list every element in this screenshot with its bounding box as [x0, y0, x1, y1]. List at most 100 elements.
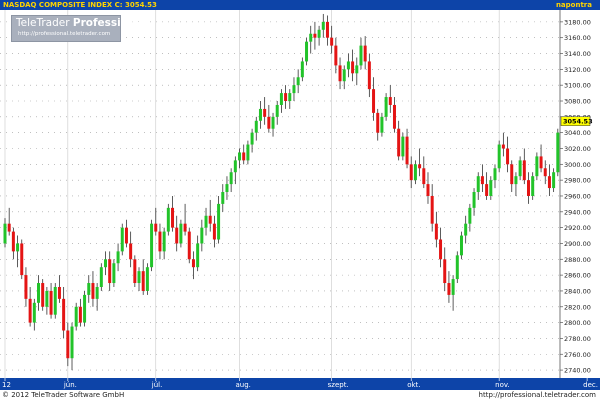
candle-body-up[interactable] [37, 283, 41, 303]
candlestick-chart[interactable]: 2740.00 2760.00 2780.00 2800.00 2820.00 2840.… [0, 0, 600, 390]
candle-body-up[interactable] [317, 29, 321, 38]
candle-body-down[interactable] [158, 231, 162, 252]
candle-body-down[interactable] [187, 231, 191, 260]
candle-body-down[interactable] [49, 290, 53, 315]
candle-body-up[interactable] [32, 302, 36, 323]
candle-body-up[interactable] [355, 65, 359, 74]
candle-body-down[interactable] [539, 156, 543, 169]
candle-body-down[interactable] [409, 164, 413, 181]
candle-body-down[interactable] [313, 33, 317, 38]
candle-body-down[interactable] [447, 283, 451, 295]
candle-body-up[interactable] [497, 144, 501, 169]
candle-body-down[interactable] [363, 45, 367, 62]
candle-body-up[interactable] [472, 192, 476, 208]
candle-body-up[interactable] [292, 85, 296, 94]
candle-body-up[interactable] [179, 223, 183, 244]
candle-body-up[interactable] [145, 267, 149, 291]
candle-body-up[interactable] [74, 306, 78, 327]
candle-body-up[interactable] [531, 176, 535, 196]
candle-body-up[interactable] [3, 223, 7, 244]
candle-body-up[interactable] [305, 41, 309, 62]
candle-body-down[interactable] [439, 239, 443, 260]
candle-body-down[interactable] [191, 259, 195, 268]
candle-body-down[interactable] [242, 152, 246, 161]
candle-body-down[interactable] [20, 243, 24, 276]
candle-body-down[interactable] [434, 223, 438, 240]
candle-body-down[interactable] [418, 164, 422, 169]
candle-body-up[interactable] [464, 223, 468, 236]
candle-body-up[interactable] [300, 61, 304, 78]
candle-body-up[interactable] [16, 243, 20, 252]
candle-body-up[interactable] [455, 255, 459, 280]
candle-body-up[interactable] [162, 231, 166, 252]
candle-body-up[interactable] [217, 203, 221, 240]
candle-body-up[interactable] [137, 271, 141, 284]
candle-body-up[interactable] [493, 168, 497, 181]
candle-body-up[interactable] [104, 259, 108, 268]
candle-body-up[interactable] [254, 120, 258, 133]
candle-body-down[interactable] [397, 128, 401, 157]
candle-body-up[interactable] [489, 180, 493, 196]
candle-body-down[interactable] [501, 144, 505, 149]
candle-body-up[interactable] [225, 184, 229, 193]
candle-body-down[interactable] [124, 227, 128, 244]
candle-body-up[interactable] [166, 207, 170, 232]
candle-body-down[interactable] [480, 176, 484, 185]
candle-body-down[interactable] [154, 223, 158, 232]
candle-body-down[interactable] [171, 207, 175, 228]
candle-body-up[interactable] [514, 176, 518, 185]
candle-body-down[interactable] [367, 61, 371, 90]
candle-body-up[interactable] [233, 160, 237, 173]
candle-body-up[interactable] [200, 227, 204, 244]
candle-body-down[interactable] [485, 184, 489, 196]
candle-body-down[interactable] [62, 298, 66, 331]
candle-body-up[interactable] [95, 286, 99, 299]
candle-body-down[interactable] [91, 283, 95, 299]
candle-body-up[interactable] [401, 136, 405, 157]
candle-body-down[interactable] [372, 89, 376, 113]
candle-body-up[interactable] [556, 132, 560, 173]
candle-body-up[interactable] [359, 45, 363, 66]
candle-body-up[interactable] [413, 164, 417, 181]
candle-body-down[interactable] [212, 223, 216, 240]
candle-body-up[interactable] [275, 104, 279, 117]
candle-body-down[interactable] [129, 243, 133, 260]
candle-body-down[interactable] [338, 65, 342, 82]
candle-body-down[interactable] [78, 306, 82, 323]
candle-body-up[interactable] [70, 326, 74, 359]
candle-body-down[interactable] [388, 97, 392, 105]
candle-body-up[interactable] [309, 33, 313, 42]
candle-body-down[interactable] [526, 180, 530, 196]
candle-body-up[interactable] [246, 144, 250, 161]
candle-body-down[interactable] [376, 112, 380, 133]
candle-body-down[interactable] [133, 259, 137, 284]
candle-body-down[interactable] [11, 231, 15, 252]
candle-body-up[interactable] [384, 97, 388, 117]
candle-body-down[interactable] [443, 259, 447, 284]
candle-body-down[interactable] [522, 160, 526, 181]
candle-body-down[interactable] [351, 61, 355, 74]
candle-body-down[interactable] [426, 184, 430, 196]
candle-body-up[interactable] [518, 160, 522, 177]
candle-body-up[interactable] [552, 172, 556, 189]
candle-body-up[interactable] [196, 243, 200, 268]
candle-body-down[interactable] [7, 223, 11, 232]
candle-body-down[interactable] [267, 116, 271, 129]
candle-body-down[interactable] [284, 93, 288, 102]
candle-body-up[interactable] [238, 152, 242, 161]
candle-body-up[interactable] [229, 172, 233, 185]
candle-body-up[interactable] [342, 69, 346, 82]
candle-body-up[interactable] [99, 267, 103, 287]
candle-body-down[interactable] [24, 275, 28, 299]
candle-body-down[interactable] [66, 330, 70, 359]
candle-body-down[interactable] [506, 148, 510, 165]
candle-body-up[interactable] [459, 235, 463, 256]
candle-body-up[interactable] [288, 93, 292, 102]
candle-body-down[interactable] [392, 104, 396, 129]
candle-body-down[interactable] [405, 136, 409, 165]
candle-body-up[interactable] [87, 283, 91, 295]
candle-body-down[interactable] [543, 168, 547, 177]
candle-body-down[interactable] [422, 168, 426, 185]
candle-body-up[interactable] [258, 108, 262, 121]
candle-body-up[interactable] [451, 279, 455, 295]
